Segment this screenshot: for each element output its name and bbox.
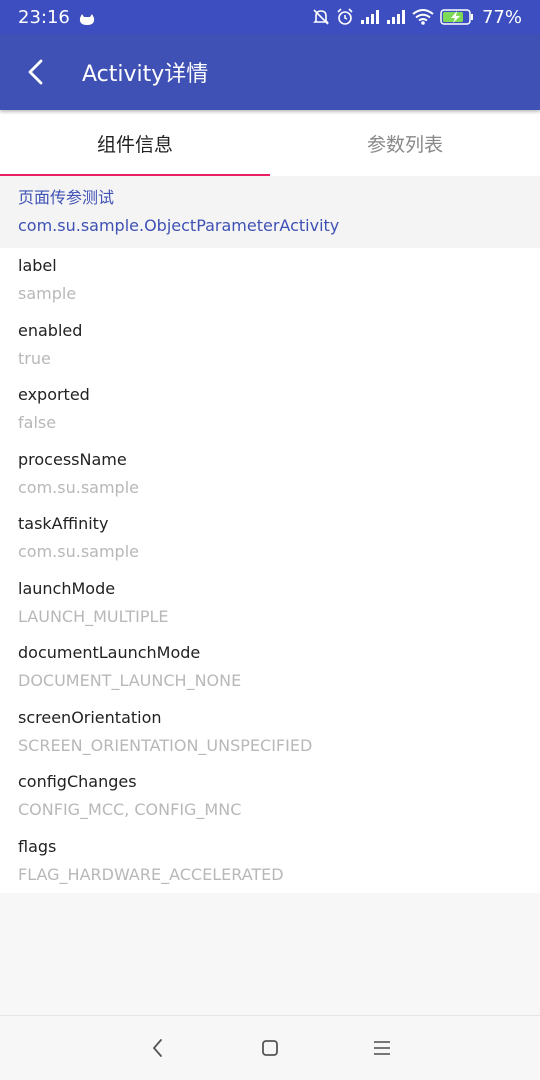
tab-parameter-list[interactable]: 参数列表	[270, 110, 540, 176]
property-value: com.su.sample	[18, 477, 139, 497]
back-button[interactable]	[0, 34, 72, 110]
property-key: label	[18, 256, 57, 275]
system-nav-bar	[0, 1015, 540, 1080]
arrow-back-icon	[28, 59, 43, 85]
property-value: false	[18, 413, 57, 432]
property-value: DOCUMENT_LAUNCH_NONE	[18, 671, 242, 690]
status-icons: 77%	[312, 7, 522, 28]
property-row-label: label sample	[0, 248, 540, 313]
property-list: label sample enabled true exported false…	[0, 248, 540, 893]
property-value: com.su.sample	[18, 542, 139, 561]
app-bar: Activity详情	[0, 34, 540, 110]
activity-label: 页面传参测试	[18, 188, 115, 207]
property-row-launch-mode: launchMode LAUNCH_MULTIPLE	[0, 571, 540, 636]
status-bar: 23:16 77%	[0, 0, 540, 34]
property-value: CONFIG_MCC, CONFIG_MNC	[18, 800, 242, 819]
silent-bell-icon	[312, 8, 330, 26]
property-key: documentLaunchMode	[18, 643, 201, 662]
nav-back-button[interactable]	[102, 1016, 214, 1080]
wifi-icon	[412, 9, 434, 25]
status-time: 23:16	[18, 6, 70, 28]
property-row-process-name: processName com.su.sample	[0, 442, 540, 507]
property-row-task-affinity: taskAffinity com.su.sample	[0, 506, 540, 571]
property-key: screenOrientation	[18, 707, 162, 727]
alarm-clock-icon	[336, 8, 354, 26]
property-key: flags	[18, 836, 57, 856]
nav-menu-icon	[374, 1041, 390, 1055]
nav-menu-button[interactable]	[326, 1016, 438, 1080]
nav-back-icon	[153, 1039, 162, 1057]
signal-1-icon	[360, 9, 380, 25]
property-row-config-changes: configChanges CONFIG_MCC, CONFIG_MNC	[0, 764, 540, 829]
property-key: processName	[18, 449, 127, 469]
nav-home-button[interactable]	[214, 1016, 326, 1080]
tab-bar: 组件信息 参数列表	[0, 110, 540, 176]
property-value: true	[18, 348, 51, 368]
battery-charging-icon	[440, 9, 474, 25]
property-key: enabled	[18, 320, 83, 340]
property-key: launchMode	[18, 578, 116, 598]
property-row-exported: exported false	[0, 377, 540, 442]
property-key: exported	[18, 385, 90, 404]
property-row-enabled: enabled true	[0, 313, 540, 378]
activity-header: 页面传参测试 com.su.sample.ObjectParameterActi…	[0, 176, 540, 248]
tab-component-info[interactable]: 组件信息	[0, 110, 270, 176]
property-key: taskAffinity	[18, 514, 109, 533]
notification-cat-icon	[78, 11, 96, 25]
property-value: sample	[18, 284, 77, 303]
signal-2-icon	[386, 9, 406, 25]
property-row-screen-orientation: screenOrientation SCREEN_ORIENTATION_UNS…	[0, 700, 540, 765]
property-value: SCREEN_ORIENTATION_UNSPECIFIED	[18, 735, 313, 755]
property-key: configChanges	[18, 772, 137, 791]
battery-percent: 77%	[481, 6, 522, 28]
property-row-flags: flags FLAG_HARDWARE_ACCELERATED	[0, 829, 540, 894]
property-value: LAUNCH_MULTIPLE	[18, 606, 169, 626]
page-title: Activity详情	[82, 62, 209, 87]
nav-home-icon	[262, 1040, 278, 1056]
property-value: FLAG_HARDWARE_ACCELERATED	[18, 864, 284, 884]
activity-class-name: com.su.sample.ObjectParameterActivity	[18, 216, 340, 235]
property-row-document-launch-mode: documentLaunchMode DOCUMENT_LAUNCH_NONE	[0, 635, 540, 700]
